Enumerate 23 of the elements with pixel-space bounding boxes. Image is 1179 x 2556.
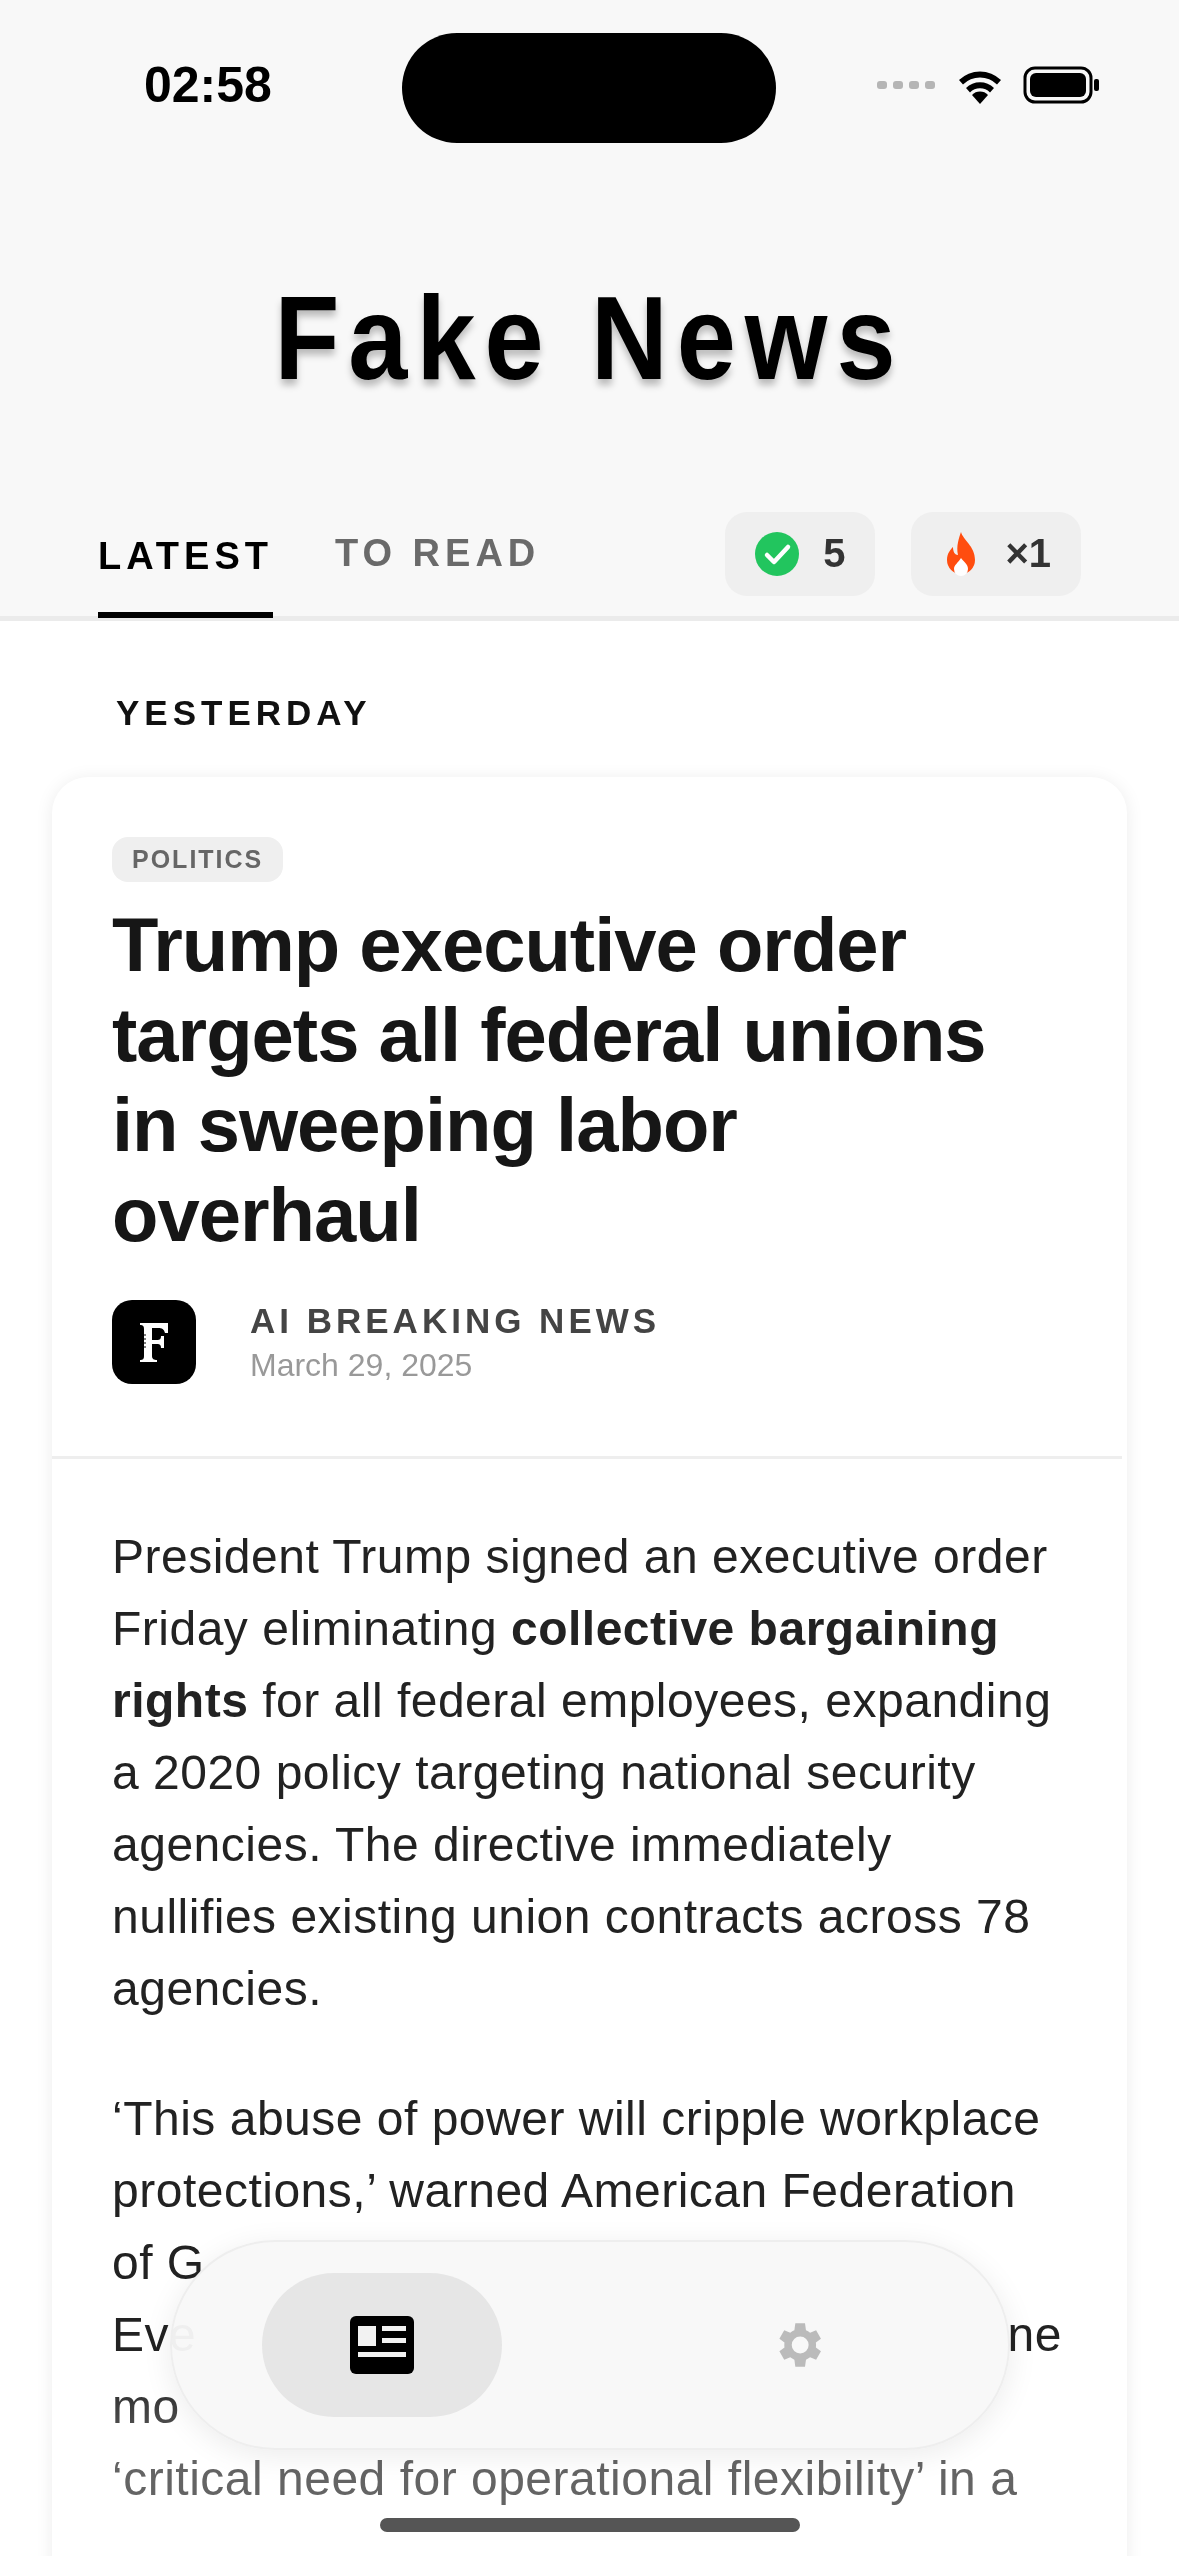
tab[interactable]: TO READ bbox=[334, 491, 541, 616]
battery-icon bbox=[1023, 65, 1101, 104]
tab[interactable]: LATEST bbox=[98, 494, 273, 618]
section-label: YESTERDAY bbox=[116, 693, 373, 733]
newspaper-icon bbox=[350, 2316, 414, 2374]
status-time: 02:58 bbox=[144, 55, 272, 114]
check-circle-icon bbox=[755, 531, 800, 576]
badge-count: ×1 bbox=[1005, 531, 1051, 576]
signal-icon bbox=[877, 78, 937, 91]
source-name: AI BREAKING NEWS bbox=[250, 1300, 661, 1341]
text-line: protections,’ warned American Federation bbox=[112, 2163, 1016, 2219]
text-line: mo bbox=[112, 2379, 180, 2435]
article-paragraph: President Trump signed an executive order Friday eliminating collective bargaining rights for all federal employees, expanding a 2020 policy targeting national security agencies. The directive immediately nullifies existing union contracts across 78 agencies. bbox=[112, 1529, 1053, 2017]
article-card[interactable] bbox=[52, 777, 1127, 2556]
text-line: ‘This abuse of power will cripple workplace bbox=[112, 2091, 1041, 2147]
category-tag: POLITICS bbox=[112, 837, 284, 882]
text-line: of G bbox=[112, 2235, 205, 2291]
badge-count: 5 bbox=[823, 531, 846, 576]
text-line: ne bbox=[1007, 2307, 1062, 2363]
article-headline: Trump executive order targets all federal unions in sweeping labor overhaul bbox=[112, 901, 987, 1259]
app-title: Fake News bbox=[273, 271, 906, 406]
text-line: ‘critical need for operational flexibility’ in a bbox=[112, 2451, 1018, 2507]
publish-date: March 29, 2025 bbox=[250, 1346, 474, 1384]
